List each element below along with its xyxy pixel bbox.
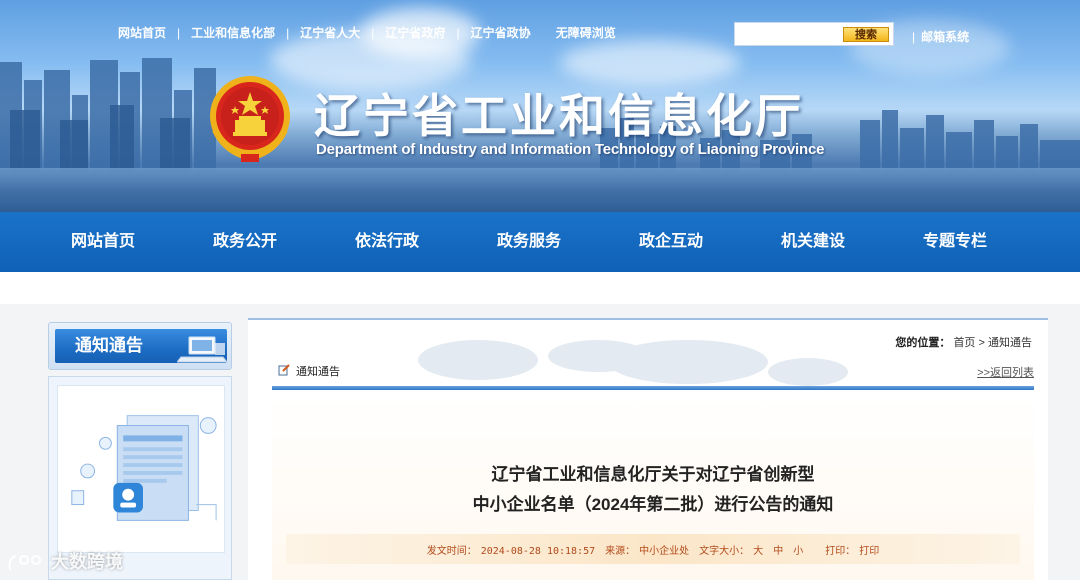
site-banner: 网站首页 | 工业和信息化部 | 辽宁省人大 | 辽宁省政府 | 辽宁省政协 |… [0,0,1080,212]
top-link-home[interactable]: 网站首页 [118,24,166,41]
nav-spacer [0,272,1080,304]
breadcrumb-label: 您的位置： [895,337,951,349]
top-link-accessibility[interactable]: 无障碍浏览 [556,24,616,41]
mail-system-link[interactable]: 邮箱系统 [912,28,969,45]
article-meta-bar: 发文时间： 2024-08-28 10:18:57 来源： 中小企业处 文字大小：大… [286,534,1020,564]
river-reflection [0,168,1080,212]
top-link-miit[interactable]: 工业和信息化部 [191,24,275,41]
top-link-congress[interactable]: 辽宁省人大 [300,24,360,41]
source-value: 中小企业处 [639,546,690,557]
watermark: 大数跨境 [6,548,123,574]
breadcrumb: 您的位置： 首页 > 通知通告 [895,334,1032,350]
publish-date: 2024-08-28 10:18:57 [480,546,596,557]
watermark-logo-icon [8,555,41,571]
link-separator: | [177,25,181,40]
section-underline [272,386,1034,390]
laptop-icon [177,336,229,363]
nav-item-organization[interactable]: 机关建设 [742,212,884,272]
site-subtitle: Department of Industry and Information T… [316,141,825,158]
nav-item-topics[interactable]: 专题专栏 [884,212,1026,272]
document-illustration-icon [57,385,225,553]
link-separator: | [456,25,460,40]
nav-item-law[interactable]: 依法行政 [316,212,458,272]
top-link-cppcc[interactable]: 辽宁省政协 [471,24,531,41]
link-separator: | [371,25,375,40]
link-separator: | [286,25,290,40]
edit-icon [278,364,290,376]
breadcrumb-home[interactable]: 首页 [953,337,975,349]
article-title-line-1: 辽宁省工业和信息化厅关于对辽宁省创新型 [491,465,815,484]
top-links-bar: 网站首页 | 工业和信息化部 | 辽宁省人大 | 辽宁省政府 | 辽宁省政协 |… [118,24,616,41]
section-tab-row: 通知通告 >>返回列表 [272,356,1034,384]
sidebar-header-bar: 通知通告 [55,329,229,363]
print-button[interactable]: 打印 [859,546,879,557]
search-input[interactable] [737,25,837,43]
font-size-medium-button[interactable]: 中 [773,546,783,557]
search-box: 搜索 [734,22,894,46]
breadcrumb-separator: > [978,337,985,349]
font-size-large-button[interactable]: 大 [753,546,763,557]
nav-item-gov-affairs[interactable]: 政务公开 [174,212,316,272]
nav-item-services[interactable]: 政务服务 [458,212,600,272]
top-link-government[interactable]: 辽宁省政府 [385,24,445,41]
article-title-line-2: 中小企业名单（2024年第二批）进行公告的通知 [472,495,834,514]
date-label: 发文时间： [426,546,477,557]
nav-item-interaction[interactable]: 政企互动 [600,212,742,272]
breadcrumb-current[interactable]: 通知通告 [988,337,1032,349]
nav-item-home[interactable]: 网站首页 [32,212,174,272]
article-card: 辽宁省工业和信息化厅关于对辽宁省创新型 中小企业名单（2024年第二批）进行公告… [272,394,1034,580]
national-emblem-icon [210,76,290,162]
search-button[interactable]: 搜索 [843,27,889,42]
watermark-text: 大数跨境 [51,552,124,572]
article-meta: 发文时间： 2024-08-28 10:18:57 来源： 中小企业处 文字大小：大… [286,542,1020,557]
section-label: 通知通告 [296,366,340,378]
main-navigation: 网站首页 政务公开 依法行政 政务服务 政企互动 机关建设 专题专栏 [0,212,1080,272]
site-title: 辽宁省工业和信息化厅 [314,89,804,143]
content-panel: 您的位置： 首页 > 通知通告 通知通告 >>返回列表 辽宁省工业和信息化厅关于… [248,318,1048,580]
source-label: 来源： [605,546,636,557]
sidebar-header: 通知通告 [48,322,232,370]
print-label: 打印： [825,546,856,557]
back-to-list-link[interactable]: >>返回列表 [977,364,1034,380]
sidebar-title: 通知通告 [75,336,143,355]
sidebar: 通知通告 [40,304,240,580]
font-size-label: 文字大小： [699,546,750,557]
font-size-small-button[interactable]: 小 [793,546,803,557]
